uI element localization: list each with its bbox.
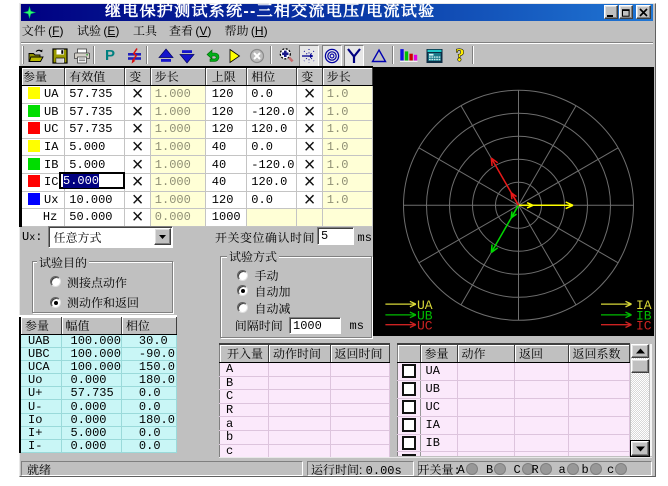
svg-text:?: ? bbox=[456, 46, 465, 65]
svg-text:IC: IC bbox=[636, 319, 652, 334]
svg-text:UC: UC bbox=[417, 319, 433, 334]
